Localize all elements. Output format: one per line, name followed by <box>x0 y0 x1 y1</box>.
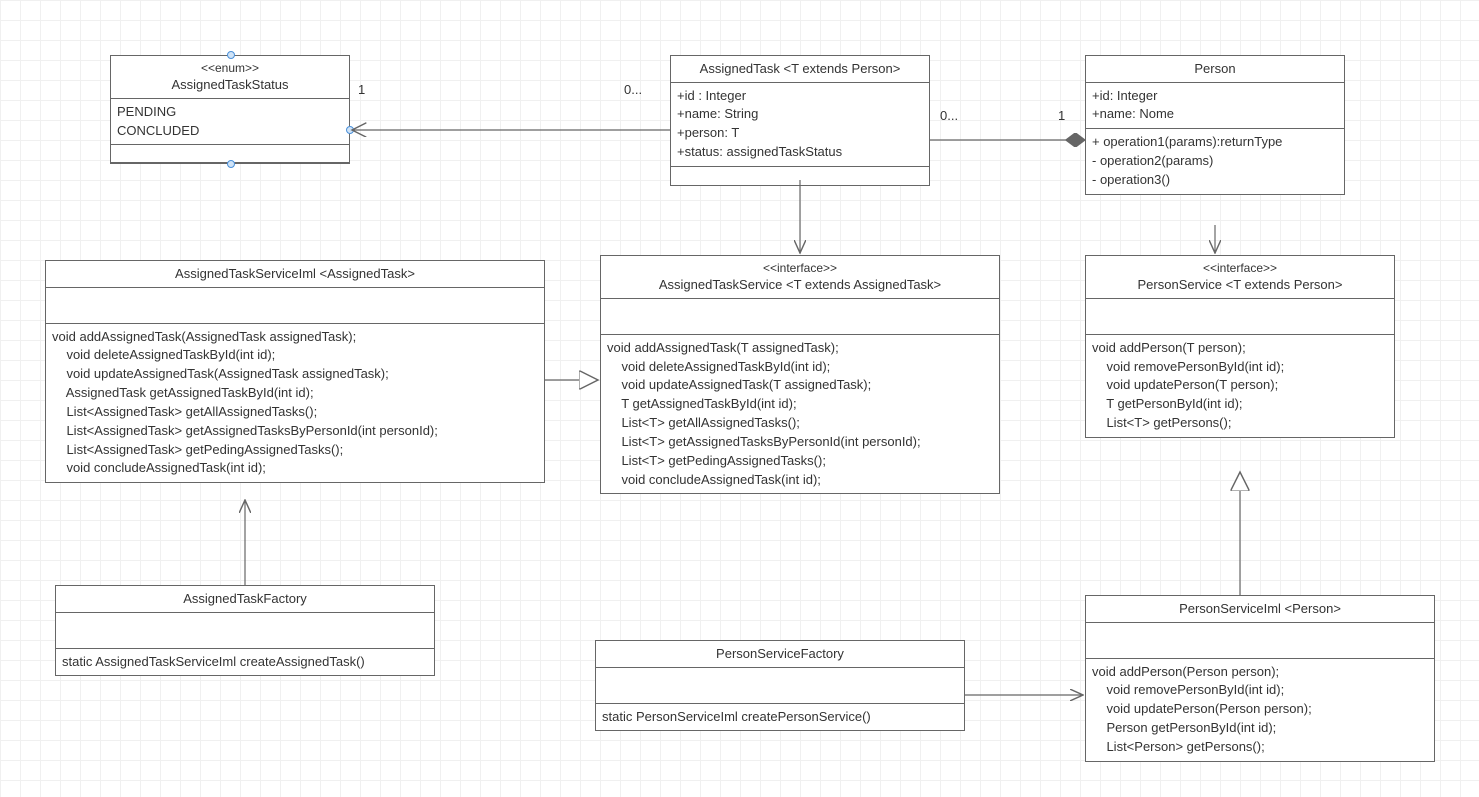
attributes <box>596 668 964 704</box>
class-assigned-task[interactable]: AssignedTask <T extends Person> +id : In… <box>670 55 930 186</box>
class-name: AssignedTaskFactory <box>62 590 428 608</box>
multiplicity-label: 1 <box>358 82 365 97</box>
operations: static AssignedTaskServiceIml createAssi… <box>56 649 434 676</box>
class-assigned-task-service[interactable]: <<interface>> AssignedTaskService <T ext… <box>600 255 1000 494</box>
operations: void addPerson(Person person); void remo… <box>1086 659 1434 761</box>
stereotype: <<enum>> <box>117 60 343 76</box>
attributes: +id : Integer +name: String +person: T +… <box>671 83 929 167</box>
stereotype: <<interface>> <box>1092 260 1388 276</box>
multiplicity-label: 0... <box>624 82 642 97</box>
class-person-service-factory[interactable]: PersonServiceFactory static PersonServic… <box>595 640 965 731</box>
class-person-service-impl[interactable]: PersonServiceIml <Person> void addPerson… <box>1085 595 1435 762</box>
class-assigned-task-factory[interactable]: AssignedTaskFactory static AssignedTaskS… <box>55 585 435 676</box>
operations: static PersonServiceIml createPersonServ… <box>596 704 964 731</box>
class-name: PersonServiceFactory <box>602 645 958 663</box>
operations <box>671 167 929 185</box>
multiplicity-label: 1 <box>1058 108 1065 123</box>
class-name: AssignedTaskServiceIml <AssignedTask> <box>52 265 538 283</box>
resize-handle[interactable] <box>227 51 235 59</box>
class-name: PersonService <T extends Person> <box>1092 276 1388 294</box>
attributes <box>46 288 544 324</box>
operations: void addPerson(T person); void removePer… <box>1086 335 1394 437</box>
attributes <box>601 299 999 335</box>
class-person[interactable]: Person +id: Integer +name: Nome + operat… <box>1085 55 1345 195</box>
class-assigned-task-service-impl[interactable]: AssignedTaskServiceIml <AssignedTask> vo… <box>45 260 545 483</box>
class-name: PersonServiceIml <Person> <box>1092 600 1428 618</box>
class-name: Person <box>1092 60 1338 78</box>
multiplicity-label: 0... <box>940 108 958 123</box>
resize-handle[interactable] <box>346 126 354 134</box>
stereotype: <<interface>> <box>607 260 993 276</box>
class-name: AssignedTaskService <T extends AssignedT… <box>607 276 993 294</box>
class-name: AssignedTaskStatus <box>117 76 343 94</box>
resize-handle[interactable] <box>227 160 235 168</box>
operations: + operation1(params):returnType - operat… <box>1086 129 1344 194</box>
attributes: PENDING CONCLUDED <box>111 99 349 146</box>
attributes <box>1086 299 1394 335</box>
class-name: AssignedTask <T extends Person> <box>677 60 923 78</box>
attributes: +id: Integer +name: Nome <box>1086 83 1344 130</box>
class-assigned-task-status[interactable]: <<enum>> AssignedTaskStatus PENDING CONC… <box>110 55 350 164</box>
attributes <box>56 613 434 649</box>
operations: void addAssignedTask(T assignedTask); vo… <box>601 335 999 494</box>
operations: void addAssignedTask(AssignedTask assign… <box>46 324 544 483</box>
class-person-service[interactable]: <<interface>> PersonService <T extends P… <box>1085 255 1395 438</box>
attributes <box>1086 623 1434 659</box>
